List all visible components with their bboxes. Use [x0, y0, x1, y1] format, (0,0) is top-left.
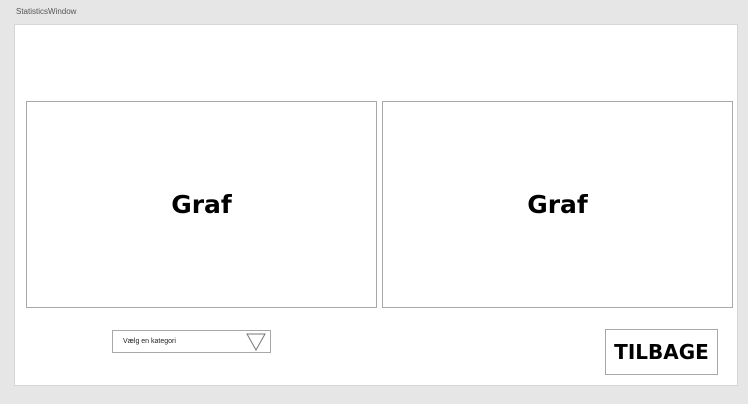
window-title: StatisticsWindow — [16, 7, 77, 16]
category-dropdown[interactable]: Vælg en kategori — [112, 330, 271, 353]
category-dropdown-value: Vælg en kategori — [123, 338, 176, 345]
triangle-down-icon[interactable] — [245, 332, 267, 352]
graph-panel-right: Graf — [382, 101, 733, 308]
back-button-label: TILBAGE — [614, 340, 709, 364]
back-button[interactable]: TILBAGE — [605, 329, 718, 375]
graph-panel-left: Graf — [26, 101, 377, 308]
graph-label-left: Graf — [171, 190, 232, 219]
graph-label-right: Graf — [527, 190, 588, 219]
